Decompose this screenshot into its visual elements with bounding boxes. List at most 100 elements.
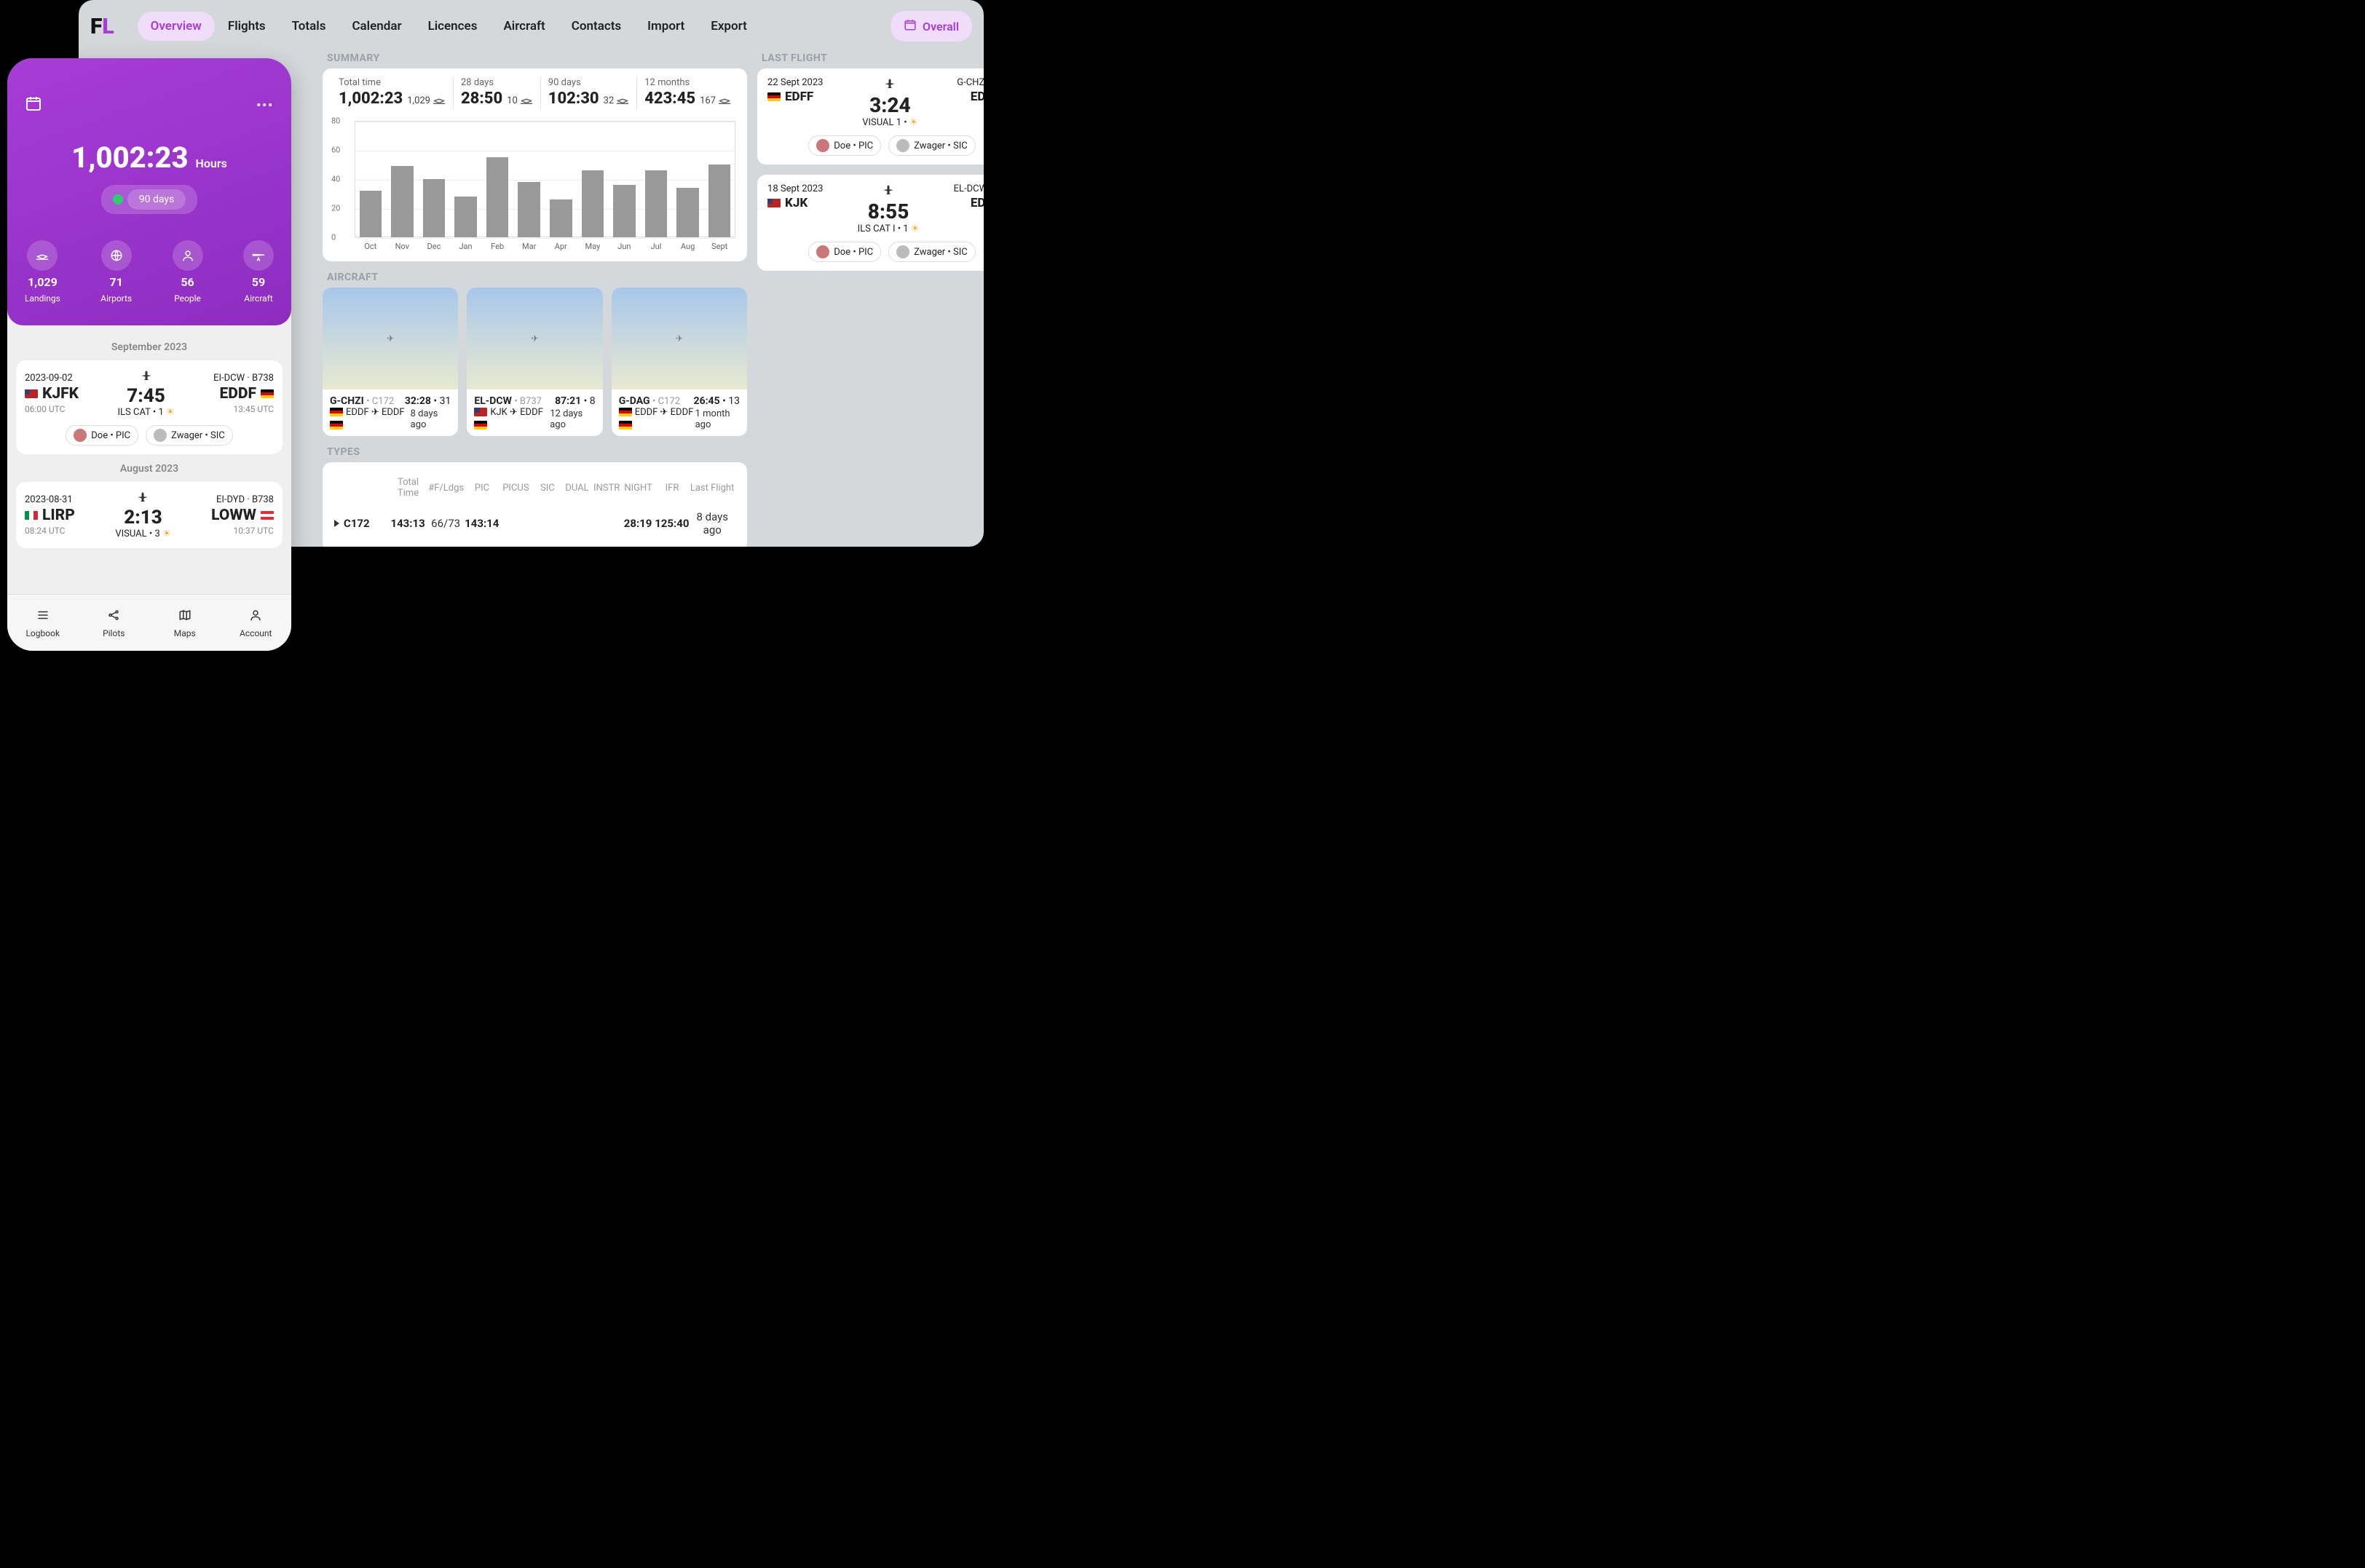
takeoff-icon: [433, 93, 446, 109]
plane-icon: [136, 491, 149, 507]
avatar: [816, 139, 829, 152]
chart-bar: [454, 197, 477, 237]
aircraft-image: ✈: [612, 288, 747, 389]
app-logo: FL: [90, 14, 114, 39]
plane-icon: [140, 369, 153, 385]
tab-logbook[interactable]: Logbook: [7, 595, 79, 651]
types-card: Total Time#F/LdgsPICPICUSSICDUALINSTRNIG…: [323, 462, 747, 547]
tab-pilots[interactable]: Pilots: [79, 595, 150, 651]
mobile-body: September 2023 2023-09-02 KJFK 06:00 UTC…: [7, 325, 291, 594]
mobile-stat[interactable]: 71Airports: [100, 240, 132, 304]
crew-pill[interactable]: Doe • PIC: [66, 425, 138, 446]
flight-card[interactable]: 2023-09-02 KJFK 06:00 UTC 7:45 ILS CAT •…: [16, 360, 283, 454]
crew-pill[interactable]: Doe • PIC: [808, 135, 881, 156]
col-right: LAST FLIGHT 22 Sept 2023 EDFF 3:24 VISUA…: [757, 52, 984, 547]
aircraft-image: ✈: [467, 288, 602, 389]
flag-icon: [261, 389, 274, 398]
col-left: SUMMARY Total time 1,002:23 1,029 28 day…: [323, 52, 747, 547]
flag-icon: [330, 408, 343, 416]
summary-cell: Total time 1,002:23 1,029: [331, 77, 454, 109]
mobile-stat[interactable]: 59Aircraft: [243, 240, 274, 304]
sun-icon: ☀: [166, 407, 175, 418]
mobile-stat[interactable]: 1,029Landings: [25, 240, 60, 304]
nav-item-licences[interactable]: Licences: [415, 12, 491, 41]
overall-label: Overall: [923, 20, 959, 33]
nav-item-export[interactable]: Export: [698, 12, 760, 41]
check-icon: [113, 194, 123, 205]
plane-icon: [243, 240, 274, 271]
crew-pill[interactable]: Zwager • SIC: [888, 135, 976, 156]
last-flight-label: LAST FLIGHT: [762, 52, 984, 64]
nav-item-calendar[interactable]: Calendar: [339, 12, 414, 41]
flag-icon: [25, 511, 38, 520]
currency-badge[interactable]: 90 days: [101, 185, 197, 214]
chart-bar: [518, 182, 540, 237]
flag-icon: [474, 421, 487, 429]
share-icon: [107, 608, 120, 625]
chart-bar: [360, 191, 382, 237]
total-hours: 1,002:23: [71, 140, 188, 175]
nav-item-aircraft[interactable]: Aircraft: [490, 12, 558, 41]
globe-icon: [101, 240, 132, 271]
aircraft-card[interactable]: ✈ EL-DCW • B73787:21 • 8 KJK ✈ EDDF 12 d…: [467, 288, 602, 437]
crew-pill[interactable]: Zwager • SIC: [146, 425, 233, 446]
types-row[interactable]: C172 143:1366/73143:1428:19125:408 days …: [331, 504, 738, 542]
calendar-icon[interactable]: [25, 95, 42, 115]
expand-icon[interactable]: [334, 520, 339, 527]
plane-icon: [882, 183, 895, 199]
aircraft-section: AIRCRAFT ✈ G-CHZI • C17232:28 • 31 EDDF …: [323, 272, 747, 437]
flight-card[interactable]: 2023-08-31 LIRP 08:24 UTC 2:13 VISUAL • …: [16, 482, 283, 548]
summary-cell: 28 days 28:50 10: [454, 77, 541, 109]
more-icon[interactable]: •••: [256, 98, 274, 112]
crew-pill[interactable]: Doe • PIC: [808, 242, 881, 262]
takeoff-icon: [27, 240, 58, 271]
nav-item-import[interactable]: Import: [634, 12, 698, 41]
avatar: [74, 429, 87, 442]
topbar: FL OverviewFlightsTotalsCalendarLicences…: [79, 0, 984, 52]
nav-item-flights[interactable]: Flights: [215, 12, 279, 41]
tab-maps[interactable]: Maps: [149, 595, 221, 651]
flight-card[interactable]: 22 Sept 2023 EDFF 3:24 VISUAL 1 • ☀ G-CH…: [757, 68, 984, 165]
flag-icon: [330, 421, 343, 429]
overall-button[interactable]: Overall: [891, 11, 972, 41]
aircraft-card[interactable]: ✈ G-DAG • C17226:45 • 13 EDDF ✈ EDDF 1 m…: [612, 288, 747, 437]
flag-icon: [767, 199, 781, 207]
nav-item-contacts[interactable]: Contacts: [558, 12, 634, 41]
summary-label: SUMMARY: [327, 52, 747, 64]
mobile-window: ••• 1,002:23 Hours 90 days 1,029Landings…: [7, 58, 291, 651]
aircraft-card[interactable]: ✈ G-CHZI • C17232:28 • 31 EDDF ✈ EDDF 8 …: [323, 288, 458, 437]
list-icon: [36, 608, 50, 625]
chart-bar: [613, 185, 636, 237]
tab-account[interactable]: Account: [221, 595, 292, 651]
aircraft-row: ✈ G-CHZI • C17232:28 • 31 EDDF ✈ EDDF 8 …: [323, 288, 747, 437]
flight-card[interactable]: 18 Sept 2023 KJK 8:55 ILS CAT I • 1 ☀ EL…: [757, 175, 984, 271]
month-header: August 2023: [16, 463, 283, 475]
avatar: [154, 429, 167, 442]
summary-cell: 90 days 102:30 32: [541, 77, 637, 109]
map-icon: [178, 608, 192, 625]
flag-icon: [474, 408, 487, 416]
types-section: TYPES Total Time#F/LdgsPICPICUSSICDUALIN…: [323, 446, 747, 547]
takeoff-icon: [520, 93, 533, 109]
types-header: Total Time#F/LdgsPICPICUSSICDUALINSTRNIG…: [331, 471, 738, 504]
aircraft-label: AIRCRAFT: [327, 272, 747, 283]
crew-pill[interactable]: Zwager • SIC: [888, 242, 976, 262]
avatar: [816, 245, 829, 258]
summary-card: Total time 1,002:23 1,029 28 days 28:50 …: [323, 68, 747, 261]
types-body: C172 143:1366/73143:1428:19125:408 days …: [331, 504, 738, 542]
sun-icon: ☀: [162, 528, 171, 539]
sun-icon: ☀: [909, 117, 918, 128]
chart-bar: [708, 165, 731, 237]
takeoff-icon: [718, 93, 731, 109]
nav-item-totals[interactable]: Totals: [279, 12, 339, 41]
hours-label: Hours: [196, 157, 227, 170]
avatar: [896, 139, 909, 152]
nav-item-overview[interactable]: Overview: [138, 12, 215, 41]
mobile-stat[interactable]: 56People: [173, 240, 203, 304]
summary-section: SUMMARY Total time 1,002:23 1,029 28 day…: [323, 52, 747, 261]
mobile-stats: 1,029Landings 71Airports 56People 59Aircraf…: [25, 240, 274, 304]
chart-bar: [645, 170, 668, 237]
person-icon: [173, 240, 203, 271]
summary-row: Total time 1,002:23 1,029 28 days 28:50 …: [331, 77, 738, 109]
avatar: [896, 245, 909, 258]
